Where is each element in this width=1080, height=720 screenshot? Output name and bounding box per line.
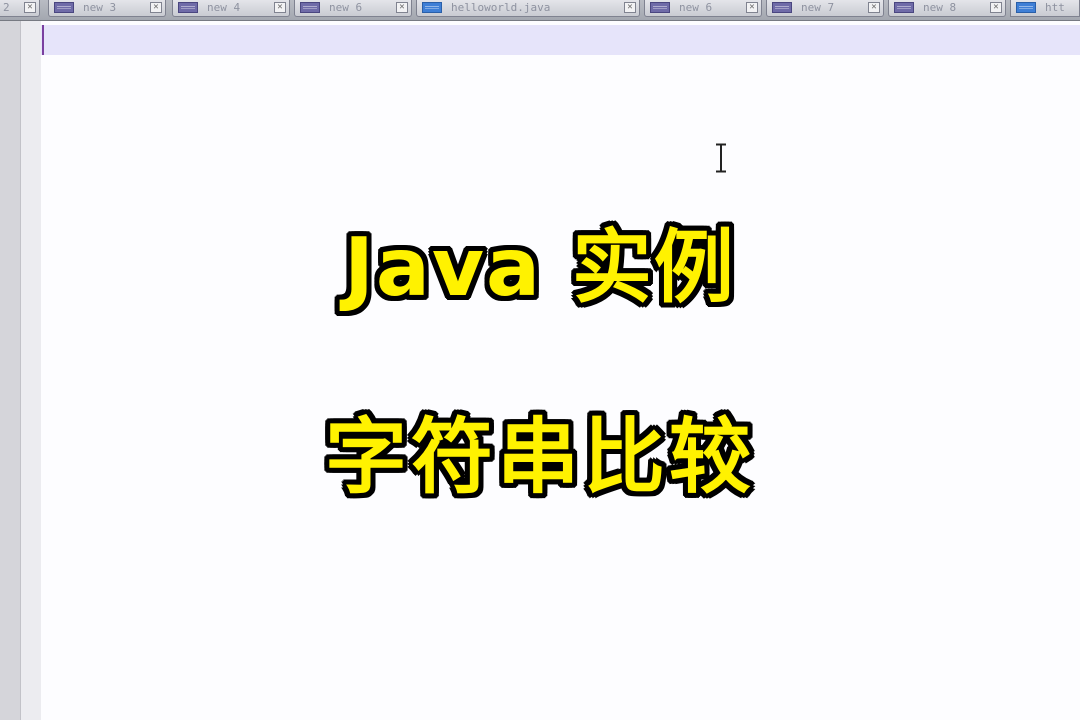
java-file-icon [422,2,442,13]
close-icon[interactable]: ✕ [396,2,408,13]
tab-label: new 6 [329,1,363,14]
overlay-title-java-example: Java 实例 [344,221,736,314]
tab-label: new 7 [801,1,835,14]
line-number-gutter[interactable] [0,21,21,720]
tab-new-6[interactable]: new 6 ✕ [294,0,412,17]
document-icon [54,2,74,13]
java-file-icon [1016,2,1036,13]
document-icon [650,2,670,13]
tab-new-4[interactable]: new 4 ✕ [172,0,290,17]
close-icon[interactable]: ✕ [746,2,758,13]
text-cursor-icon [716,143,726,173]
document-icon [894,2,914,13]
tab-new-3[interactable]: new 3 ✕ [48,0,166,17]
close-icon[interactable]: ✕ [150,2,162,13]
tab-label: new 8 [923,1,957,14]
document-icon [178,2,198,13]
close-icon[interactable]: ✕ [24,2,36,13]
tab-label: new 3 [83,1,117,14]
tab-bar: 2 ✕ new 3 ✕ new 4 ✕ new 6 ✕ helloworld.j… [0,0,1080,21]
close-icon[interactable]: ✕ [274,2,286,13]
tab-helloworld-java[interactable]: helloworld.java ✕ [416,0,640,17]
current-line-highlight [41,25,1080,55]
tab-new-7[interactable]: new 7 ✕ [766,0,884,17]
fold-margin[interactable] [21,21,41,720]
close-icon[interactable]: ✕ [624,2,636,13]
tab-2[interactable]: 2 ✕ [0,0,40,17]
close-icon[interactable]: ✕ [868,2,880,13]
tab-new-6b[interactable]: new 6 ✕ [644,0,762,17]
tab-label: new 4 [207,1,241,14]
close-icon[interactable]: ✕ [990,2,1002,13]
tab-label: helloworld.java [451,1,551,14]
document-icon [772,2,792,13]
text-editor[interactable] [41,21,1080,720]
tab-label: 2 [3,1,10,14]
tab-new-8[interactable]: new 8 ✕ [888,0,1006,17]
text-caret [42,25,44,55]
document-icon [300,2,320,13]
tab-label: htt [1045,1,1065,14]
tab-label: new 6 [679,1,713,14]
tab-htt[interactable]: htt [1010,0,1080,17]
overlay-subtitle-string-comparison: 字符串比较 [324,410,755,505]
